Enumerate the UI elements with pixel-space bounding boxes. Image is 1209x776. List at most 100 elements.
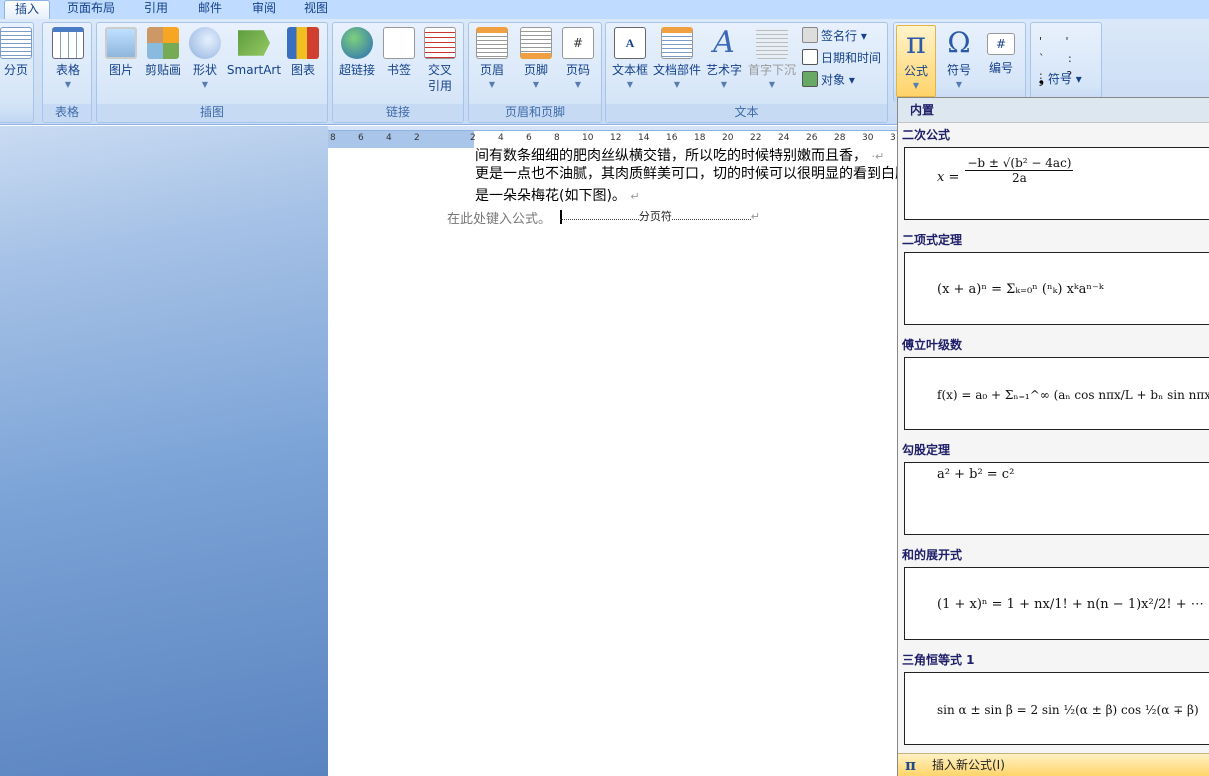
ruler-tick-label: 30 (862, 133, 874, 143)
chart-button[interactable]: 图表 (283, 25, 323, 78)
equation-preview: (x + a)ⁿ = Σₖ₌₀ⁿ (ⁿₖ) xᵏaⁿ⁻ᵏ (937, 282, 1104, 297)
label: 编号 (988, 61, 1013, 75)
tab-insert[interactable]: 插入 (4, 0, 50, 20)
group-label: 链接 (333, 104, 463, 122)
label: 引用 (427, 79, 452, 93)
label: 页眉 (479, 63, 504, 77)
label: 分页 (3, 63, 28, 77)
object-button[interactable]: 对象 ▾ (802, 70, 855, 90)
chevron-down-icon: ▼ (768, 80, 776, 89)
equation-preview: a² + b² = c² (937, 467, 1015, 482)
label: 插入新公式(I) (932, 758, 1005, 772)
equation-item-trig-identity[interactable]: 三角恒等式 1 sin α ± sin β = 2 sin ½(α ± β) c… (898, 648, 1209, 753)
tab-page-layout[interactable]: 页面布局 (60, 0, 122, 20)
label: 页码 (565, 63, 590, 77)
label: 表格 (55, 63, 80, 77)
equation-title: 勾股定理 (902, 443, 951, 457)
ruler-tick-label: 10 (582, 133, 594, 143)
header-icon (476, 27, 508, 59)
cross-reference-icon (424, 27, 456, 59)
equation-item-binomial[interactable]: 二项式定理 (x + a)ⁿ = Σₖ₌₀ⁿ (ⁿₖ) xᵏaⁿ⁻ᵏ (898, 228, 1209, 333)
chevron-down-icon: ▼ (574, 80, 582, 89)
chevron-down-icon: ▼ (955, 80, 963, 89)
label: 符号 (1047, 72, 1072, 86)
header-button[interactable]: 页眉 ▼ (471, 25, 513, 92)
group-label: 插图 (97, 104, 327, 122)
equation-title: 和的展开式 (902, 548, 963, 562)
signature-line-button[interactable]: 签名行 ▾ (802, 26, 867, 46)
wordart-icon: A (713, 25, 735, 60)
pi-icon: π (906, 26, 926, 61)
equation-button[interactable]: π 公式 ▼ (896, 25, 936, 97)
shapes-button[interactable]: 形状 ▼ (185, 25, 225, 92)
special-symbol-button[interactable]: ❟ 符号 ▾ (1039, 69, 1082, 89)
ruler-tick-label: 26 (806, 133, 818, 143)
tab-review[interactable]: 审阅 (242, 0, 286, 20)
ruler-tick-label: 28 (834, 133, 846, 143)
chevron-down-icon: ▼ (673, 80, 681, 89)
label: 符号 (946, 63, 971, 77)
special-symbols-group: ' ' ` : : ? ❟ 符号 ▾ (1030, 22, 1102, 102)
drop-cap-button[interactable]: 首字下沉 ▼ (746, 25, 798, 92)
cross-reference-button[interactable]: 交叉 引用 (419, 25, 461, 94)
chevron-down-icon: ▼ (488, 80, 496, 89)
smartart-icon (238, 30, 270, 56)
table-group: 表格 ▼ 表格 (42, 22, 92, 123)
equation-item-pythagorean[interactable]: 勾股定理 a² + b² = c² (898, 438, 1209, 543)
links-group: 超链接 书签 交叉引用 链接 (332, 22, 464, 123)
ruler-tick-label: 12 (610, 133, 622, 143)
label: 形状 (192, 63, 217, 77)
table-icon (52, 27, 84, 59)
label: 文档部件 (652, 63, 701, 77)
label: 交叉 (427, 63, 452, 77)
clipart-button[interactable]: 剪贴画 (141, 25, 185, 78)
clipart-icon (147, 27, 179, 59)
ruler-tick-label: 6 (358, 133, 364, 143)
equation-item-sum-expansion[interactable]: 和的展开式 (1 + x)ⁿ = 1 + nx/1! + n(n − 1)x²/… (898, 543, 1209, 648)
page-break-button[interactable]: 分页 (0, 25, 33, 78)
quick-parts-button[interactable]: 文档部件 ▼ (652, 25, 702, 92)
equation-item-fourier[interactable]: 傅立叶级数 f(x) = a₀ + Σₙ₌₁^∞ (aₙ cos nπx/L +… (898, 333, 1209, 438)
insert-new-equation-button[interactable]: π 插入新公式(I) (898, 753, 1209, 776)
table-button[interactable]: 表格 ▼ (47, 25, 89, 92)
wordart-button[interactable]: A 艺术字 ▼ (702, 25, 746, 92)
date-time-button[interactable]: 日期和时间 (802, 48, 881, 68)
shapes-icon (189, 27, 221, 59)
equation-preview: x = −b ± √(b² − 4ac) 2a (937, 156, 1074, 185)
tab-view[interactable]: 视图 (294, 0, 338, 20)
object-icon (802, 71, 818, 87)
document-page[interactable]: 间有数条细细的肥肉丝纵横交错，所以吃的时候特别嫩而且香， ·↵ 更是一点也不油腻… (328, 148, 909, 776)
footer-button[interactable]: 页脚 ▼ (515, 25, 557, 92)
calendar-icon (802, 49, 818, 65)
tab-mailings[interactable]: 邮件 (188, 0, 232, 20)
page-number-button[interactable]: # 页码 ▼ (557, 25, 599, 92)
equation-placeholder[interactable]: 在此处键入公式。 (447, 208, 551, 227)
equation-item-quadratic[interactable]: 二次公式 x = −b ± √(b² − 4ac) 2a (898, 123, 1209, 228)
label: 首字下沉 (747, 63, 796, 77)
picture-button[interactable]: 图片 (101, 25, 141, 78)
tab-references[interactable]: 引用 (134, 0, 178, 20)
omega-icon: Ω (947, 26, 971, 59)
text-group: A 文本框 ▼ 文档部件 ▼ A 艺术字 ▼ 首字下沉 ▼ 签名行 ▾ 日期和时间 对象 ▾… (605, 22, 888, 123)
textbox-button[interactable]: A 文本框 ▼ (608, 25, 652, 92)
ruler-tick-label: 4 (498, 133, 504, 143)
label: 书签 (386, 63, 411, 77)
ruler-tick-label: 2 (414, 133, 420, 143)
ruler-tick-label: 24 (778, 133, 790, 143)
ruler-tick-label: 18 (694, 133, 706, 143)
label: SmartArt (226, 63, 282, 77)
label: 图表 (290, 63, 315, 77)
symbol-button[interactable]: Ω 符号 ▼ (938, 25, 980, 92)
numbering-button[interactable]: # 编号 (980, 25, 1022, 76)
textbox-icon: A (614, 27, 646, 59)
equation-preview: f(x) = a₀ + Σₙ₌₁^∞ (aₙ cos nπx/L + bₙ si… (937, 387, 1209, 402)
smartart-button[interactable]: SmartArt (225, 25, 283, 78)
numbering-icon: # (987, 33, 1015, 55)
hyperlink-button[interactable]: 超链接 (335, 25, 379, 78)
equation-title: 傅立叶级数 (902, 338, 963, 352)
bookmark-button[interactable]: 书签 (379, 25, 419, 78)
chevron-down-icon: ▼ (626, 80, 634, 89)
group-label: 页眉和页脚 (469, 104, 601, 122)
equation-title: 二次公式 (902, 128, 951, 142)
equation-title: 二项式定理 (902, 233, 963, 247)
